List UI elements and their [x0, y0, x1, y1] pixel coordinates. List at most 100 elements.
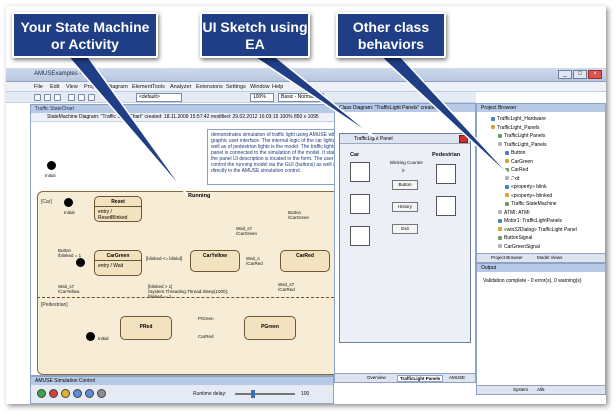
tree-item[interactable]: TrafficLight_Panels — [491, 125, 540, 131]
tree-item[interactable]: TrafficLight Panels — [498, 133, 545, 139]
tree-item-label: Traffic StateMachine — [511, 201, 557, 207]
screenshot-frame: AMUSExamples - EA _ □ × File Edit View P… — [6, 6, 606, 404]
project-browser: Project Browser TrafficLight_Hardware Tra… — [476, 103, 606, 263]
label-wait-left: Wait_s7 /CarYellow — [58, 284, 80, 294]
callout-state-machine: Your State Machine or Activity — [12, 12, 158, 58]
panel-button-exit[interactable]: Exit — [392, 224, 418, 234]
menu-diagram[interactable]: Diagram — [107, 84, 128, 90]
menu-settings[interactable]: Settings — [226, 84, 246, 90]
output-message: Validation complete - 0 error(s), 0 warn… — [483, 278, 582, 284]
slider-thumb[interactable] — [251, 390, 255, 398]
panel-button-history[interactable]: History — [392, 202, 418, 212]
panel-close-icon[interactable] — [459, 135, 468, 143]
tab-overview[interactable]: Overview — [365, 375, 388, 380]
stop-icon[interactable] — [49, 389, 58, 398]
state-reset-body: entry / ResetBlinked — [98, 209, 128, 221]
style-combo[interactable]: <default> — [136, 93, 182, 102]
tree-item[interactable]: TrafficLight_Hardware — [491, 116, 546, 122]
tree-item[interactable]: «win32Dialog» TrafficLight Panel — [498, 227, 577, 233]
initial-node-ped[interactable] — [86, 332, 95, 341]
tree-item[interactable]: «property» blink — [505, 184, 547, 190]
runtime-delay-slider[interactable] — [235, 390, 295, 398]
tab-system[interactable]: System — [513, 387, 528, 392]
state-pgreen[interactable]: PGreen — [244, 316, 296, 340]
tab-all6[interactable]: All6 — [537, 387, 545, 392]
callout-class-behaviors: Other class behaviors — [336, 12, 446, 58]
tab-amuse[interactable]: AMUSE — [447, 375, 467, 380]
simulation-control: AMUSE Simulation Control Runtime delay: … — [30, 376, 334, 404]
state-cargreen-body: entry / Wait — [98, 263, 124, 269]
tree-item-label: ATMI: ATMI — [504, 209, 530, 216]
state-reset[interactable]: Reset entry / ResetBlinked — [94, 196, 142, 222]
tree-item[interactable]: CarGreen — [505, 159, 533, 165]
menu-tools[interactable]: Tools — [152, 84, 165, 90]
tree-item[interactable]: ButtonSignal — [498, 235, 532, 241]
menu-view[interactable]: View — [66, 84, 78, 90]
tree-item-label: Button — [511, 150, 526, 156]
maximize-button[interactable]: □ — [573, 70, 587, 79]
initial-node-cargreen[interactable] — [76, 258, 85, 267]
state-caryellow-name: CarYellow — [203, 253, 227, 259]
paste-icon[interactable] — [88, 94, 95, 101]
class-diagram-title[interactable]: Class Diagram: "TrafficLight Panels" cre… — [335, 104, 475, 112]
tree-item[interactable]: TrafficLight_Panels — [498, 142, 547, 148]
label-button-right: Button /CarGreen — [288, 210, 310, 220]
tree-item[interactable]: CarGreenSignal — [498, 244, 540, 250]
panel-button-button[interactable]: Button — [392, 180, 418, 190]
menu-help[interactable]: Help — [272, 84, 283, 90]
close-button[interactable]: × — [588, 70, 602, 79]
state-caryellow[interactable]: CarYellow — [190, 250, 240, 272]
mode-combo[interactable]: Basic - Normal — [278, 93, 324, 102]
menu-project[interactable]: Project — [84, 84, 101, 90]
initial-node-top[interactable] — [47, 161, 56, 170]
tab-project-browser[interactable]: Project Browser — [491, 255, 523, 260]
window-title: AMUSExamples - EA — [34, 71, 92, 77]
menu-edit[interactable]: Edit — [50, 84, 59, 90]
tree-item[interactable]: Button — [505, 150, 525, 156]
simulation-title: AMUSE Simulation Control — [31, 377, 333, 385]
menu-window[interactable]: Window — [250, 84, 270, 90]
tab-trafficlight-panels[interactable]: TrafficLight Panels — [397, 375, 444, 382]
project-browser-title: Project Browser — [477, 104, 605, 112]
tree-item[interactable]: Motor1: TrafficLightPanels — [498, 218, 562, 224]
label-wait-low: Wait_s7 /CarRed — [278, 282, 295, 292]
state-cargreen-name: CarGreen — [95, 251, 141, 261]
tree-item[interactable]: CarRed — [505, 167, 528, 173]
state-cargreen[interactable]: CarGreen entry / Wait — [94, 250, 142, 276]
tree-item-label: TrafficLight_Hardware — [497, 116, 546, 122]
traffic-light-panel[interactable]: TrafficLight Panel Car Pedestrian Blinki… — [339, 133, 471, 343]
tree-item[interactable]: Traffic StateMachine — [505, 201, 557, 207]
menu-analyzer[interactable]: Analyzer — [170, 84, 191, 90]
tree-node-icon — [498, 235, 502, 240]
tree-node-icon — [505, 193, 509, 198]
copy-icon[interactable] — [78, 94, 85, 101]
tree-item[interactable]: Exit — [505, 176, 519, 182]
run-icon[interactable] — [37, 389, 46, 398]
menu-element[interactable]: Element — [132, 84, 152, 90]
diagram-note[interactable]: demonstrates simulation of traffic light… — [207, 129, 347, 185]
save-icon[interactable] — [54, 94, 61, 101]
step-icon[interactable] — [73, 389, 82, 398]
ped-light-box-2 — [436, 196, 456, 216]
menu-extensions[interactable]: Extensions — [196, 84, 223, 90]
new-icon[interactable] — [34, 94, 41, 101]
step-over-icon[interactable] — [85, 389, 94, 398]
minimize-button[interactable]: _ — [558, 70, 572, 79]
state-pred[interactable]: PRed — [120, 316, 172, 340]
zoom-combo[interactable]: 100% — [250, 93, 274, 102]
cut-icon[interactable] — [68, 94, 75, 101]
pause-icon[interactable] — [61, 389, 70, 398]
tree-item[interactable]: «property» blinked — [505, 193, 552, 199]
initial-node-car[interactable] — [64, 198, 73, 207]
reset-icon[interactable] — [97, 389, 106, 398]
tab-model-views[interactable]: Model Views — [537, 255, 562, 260]
menu-file[interactable]: File — [34, 84, 43, 90]
open-icon[interactable] — [44, 94, 51, 101]
running-composite-state[interactable]: Running [Car] Initial Reset entry / Rese… — [37, 191, 339, 375]
diagram-tab[interactable]: Traffic StateChart — [31, 105, 339, 113]
state-carred[interactable]: CarRed — [280, 250, 330, 272]
browser-tabs: Project Browser Model Views — [477, 253, 605, 262]
tree-item[interactable]: ATMI: ATMI — [498, 210, 530, 216]
runtime-delay-label: Runtime delay: — [193, 391, 227, 397]
state-diagram-window: Traffic StateChart StateMachine Diagram:… — [30, 104, 347, 376]
